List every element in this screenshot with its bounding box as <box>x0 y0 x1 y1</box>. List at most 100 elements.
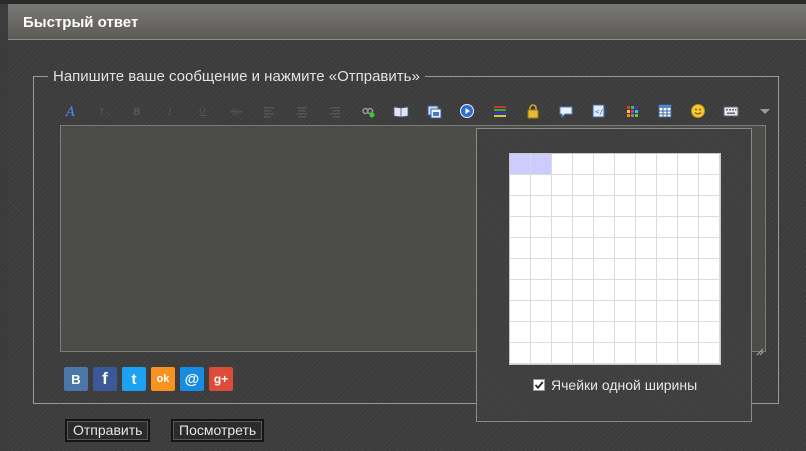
table-grid-cell[interactable] <box>594 322 615 343</box>
table-grid-cell[interactable] <box>531 238 552 259</box>
table-grid-cell[interactable] <box>699 154 720 175</box>
table-grid-cell[interactable] <box>573 196 594 217</box>
table-grid-cell[interactable] <box>594 154 615 175</box>
preview-button[interactable]: Посмотреть <box>171 419 265 442</box>
table-grid-cell[interactable] <box>510 322 531 343</box>
table-grid-cell[interactable] <box>510 238 531 259</box>
table-grid-cell[interactable] <box>573 259 594 280</box>
table-grid-cell[interactable] <box>552 196 573 217</box>
table-grid-cell[interactable] <box>594 238 615 259</box>
table-grid-cell[interactable] <box>636 259 657 280</box>
lock-icon[interactable] <box>523 101 543 121</box>
twitter-icon[interactable]: t <box>122 367 146 391</box>
table-size-grid[interactable] <box>509 153 721 365</box>
table-grid-cell[interactable] <box>573 238 594 259</box>
table-grid-cell[interactable] <box>531 301 552 322</box>
table-grid-cell[interactable] <box>657 343 678 364</box>
table-grid-cell[interactable] <box>552 154 573 175</box>
book-icon[interactable] <box>391 101 411 121</box>
table-grid-cell[interactable] <box>615 280 636 301</box>
table-grid-cell[interactable] <box>552 175 573 196</box>
bold-icon[interactable]: B <box>127 101 147 121</box>
more-dropdown-icon[interactable] <box>755 101 775 121</box>
media-icon[interactable] <box>457 101 477 121</box>
table-grid-cell[interactable] <box>699 280 720 301</box>
table-icon[interactable] <box>655 101 675 121</box>
table-grid-cell[interactable] <box>594 217 615 238</box>
table-grid-cell[interactable] <box>615 154 636 175</box>
table-grid-cell[interactable] <box>678 175 699 196</box>
table-grid-cell[interactable] <box>636 301 657 322</box>
table-grid-cell[interactable] <box>615 238 636 259</box>
table-grid-cell[interactable] <box>678 154 699 175</box>
table-grid-cell[interactable] <box>699 217 720 238</box>
table-grid-cell[interactable] <box>636 175 657 196</box>
facebook-icon[interactable]: f <box>93 367 117 391</box>
table-grid-cell[interactable] <box>552 238 573 259</box>
table-grid-cell[interactable] <box>552 259 573 280</box>
table-grid-cell[interactable] <box>657 196 678 217</box>
table-grid-cell[interactable] <box>615 343 636 364</box>
code-icon[interactable]: </> <box>589 101 609 121</box>
table-grid-cell[interactable] <box>678 322 699 343</box>
equal-width-option[interactable]: Ячейки одной ширины <box>533 377 697 393</box>
table-grid-cell[interactable] <box>552 343 573 364</box>
table-grid-cell[interactable] <box>594 175 615 196</box>
table-grid-cell[interactable] <box>615 301 636 322</box>
table-grid-cell[interactable] <box>531 196 552 217</box>
table-grid-cell[interactable] <box>573 175 594 196</box>
font-size-icon[interactable]: T + <box>94 101 114 121</box>
table-grid-cell[interactable] <box>636 343 657 364</box>
table-grid-cell[interactable] <box>678 196 699 217</box>
table-grid-cell[interactable] <box>510 259 531 280</box>
table-grid-cell[interactable] <box>657 154 678 175</box>
align-right-icon[interactable] <box>325 101 345 121</box>
vkontakte-icon[interactable]: B <box>64 367 88 391</box>
table-grid-cell[interactable] <box>510 196 531 217</box>
table-grid-cell[interactable] <box>678 217 699 238</box>
table-grid-cell[interactable] <box>552 322 573 343</box>
table-grid-cell[interactable] <box>657 280 678 301</box>
speech-bubble-icon[interactable] <box>556 101 576 121</box>
odnoklassniki-icon[interactable]: ok <box>151 367 175 391</box>
table-grid-cell[interactable] <box>699 322 720 343</box>
table-grid-cell[interactable] <box>615 322 636 343</box>
table-grid-cell[interactable] <box>552 301 573 322</box>
table-grid-cell[interactable] <box>657 322 678 343</box>
table-grid-cell[interactable] <box>657 259 678 280</box>
table-grid-cell[interactable] <box>531 322 552 343</box>
table-grid-cell[interactable] <box>594 196 615 217</box>
table-grid-cell[interactable] <box>531 280 552 301</box>
resize-grip-icon[interactable] <box>755 341 764 356</box>
table-grid-cell[interactable] <box>552 217 573 238</box>
table-grid-cell[interactable] <box>699 301 720 322</box>
strikethrough-icon[interactable]: S <box>226 101 246 121</box>
image-icon[interactable] <box>424 101 444 121</box>
table-grid-cell[interactable] <box>594 301 615 322</box>
table-grid-cell[interactable] <box>678 343 699 364</box>
table-grid-cell[interactable] <box>636 217 657 238</box>
table-grid-cell[interactable] <box>678 301 699 322</box>
table-grid-cell[interactable] <box>531 343 552 364</box>
table-grid-cell[interactable] <box>510 217 531 238</box>
table-grid-cell[interactable] <box>531 175 552 196</box>
table-grid-cell[interactable] <box>657 175 678 196</box>
table-grid-cell[interactable] <box>510 154 531 175</box>
smiley-icon[interactable] <box>688 101 708 121</box>
italic-icon[interactable]: I <box>160 101 180 121</box>
table-grid-cell[interactable] <box>615 196 636 217</box>
table-grid-cell[interactable] <box>657 217 678 238</box>
table-grid-cell[interactable] <box>615 175 636 196</box>
table-grid-cell[interactable] <box>573 217 594 238</box>
equal-width-checkbox[interactable] <box>533 379 545 391</box>
table-grid-cell[interactable] <box>636 322 657 343</box>
table-grid-cell[interactable] <box>573 280 594 301</box>
table-grid-cell[interactable] <box>573 322 594 343</box>
align-left-icon[interactable] <box>259 101 279 121</box>
font-icon[interactable]: A <box>61 101 81 121</box>
table-grid-cell[interactable] <box>699 259 720 280</box>
table-grid-cell[interactable] <box>510 280 531 301</box>
table-grid-cell[interactable] <box>657 238 678 259</box>
align-center-icon[interactable] <box>292 101 312 121</box>
underline-icon[interactable]: U <box>193 101 213 121</box>
